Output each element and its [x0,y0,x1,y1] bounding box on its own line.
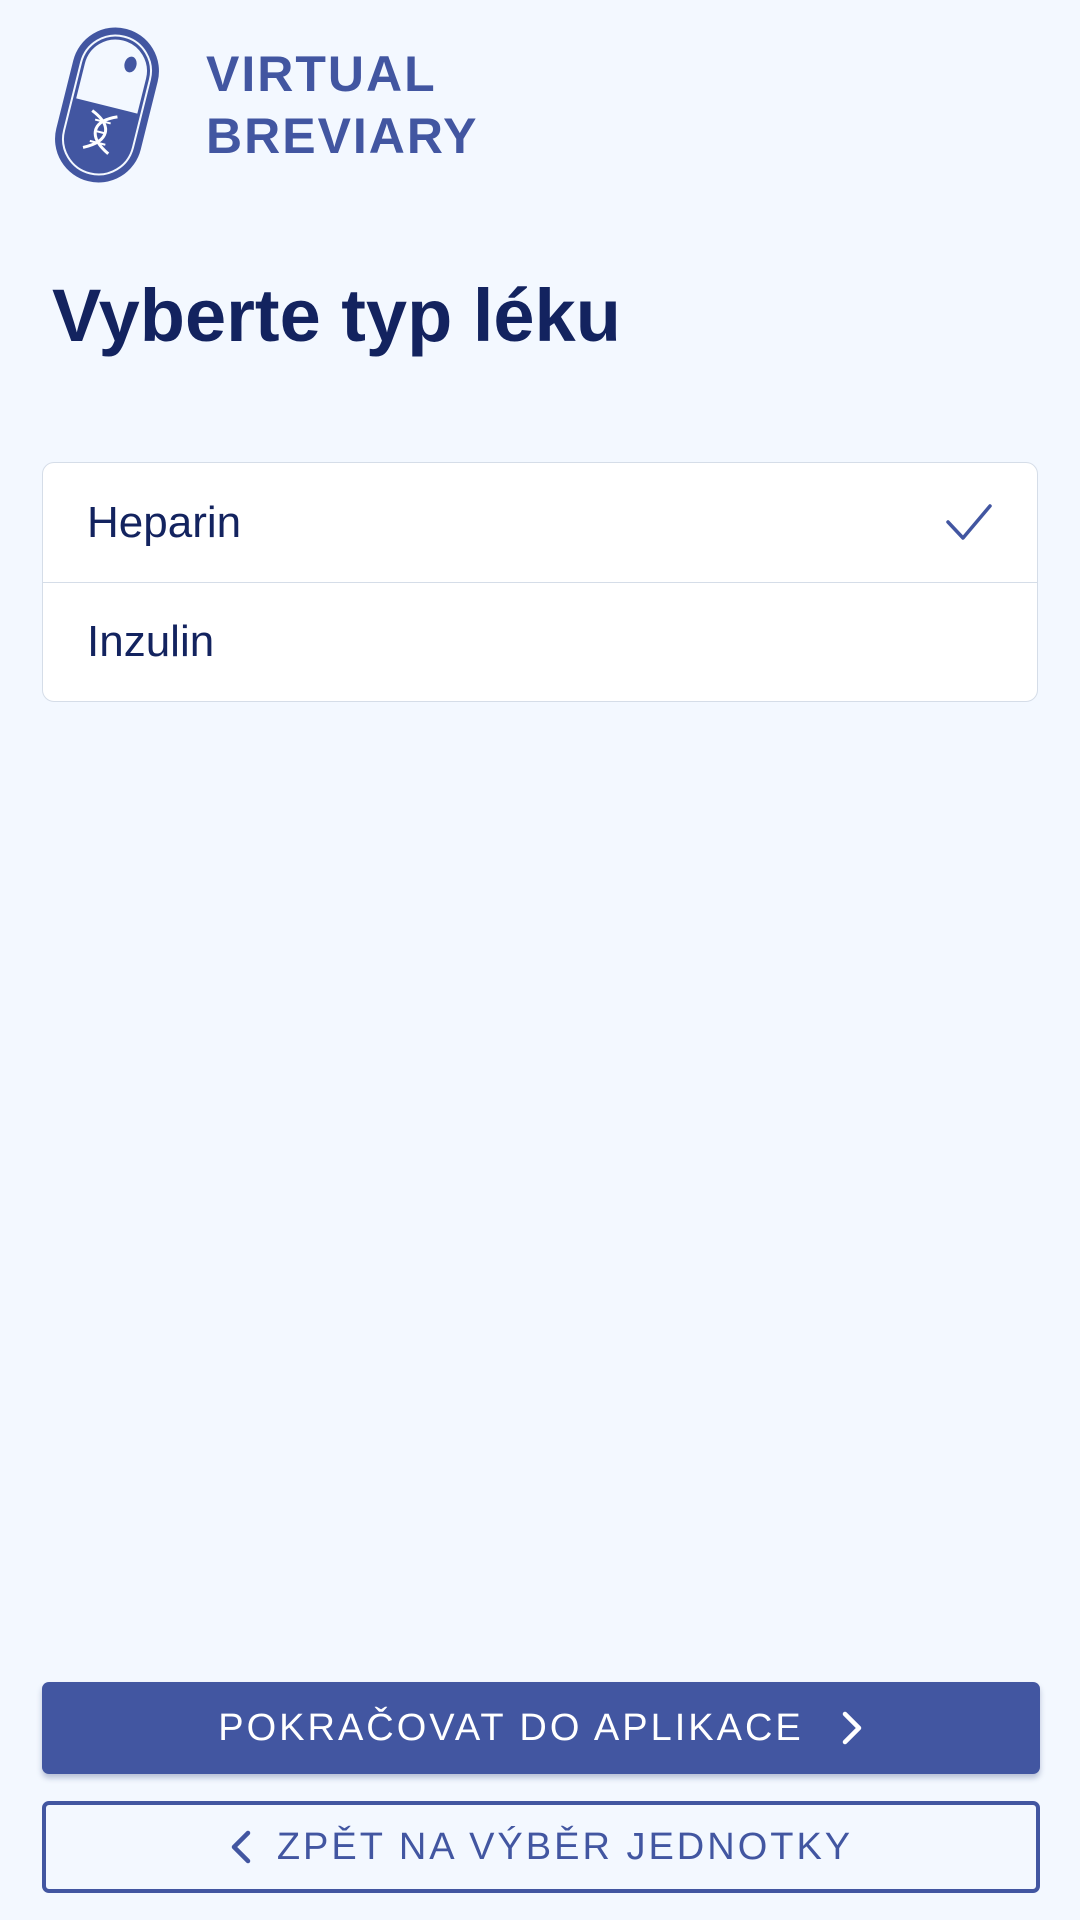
chevron-left-icon [231,1830,251,1864]
check-icon [946,503,992,540]
chevron-right-icon [842,1711,861,1745]
capsule-dna-icon [55,27,159,183]
app-header: VIRTUAL BREVIARY [50,24,479,186]
brand-name-line-2: BREVIARY [206,108,479,164]
back-to-unit-selection-button[interactable]: ZPĚT NA VÝBĚR JEDNOTKY [42,1801,1040,1893]
page-title: Vyberte typ léku [52,274,621,357]
option-label: Inzulin [87,617,215,666]
continue-button-label: POKRAČOVAT DO APLIKACE [218,1706,804,1749]
continue-to-app-button[interactable]: POKRAČOVAT DO APLIKACE [42,1682,1040,1774]
option-inzulin[interactable]: Inzulin [43,582,1037,701]
brand-name-line-1: VIRTUAL [206,46,437,102]
brand-name: VIRTUAL BREVIARY [206,43,479,167]
option-heparin[interactable]: Heparin [43,463,1037,582]
medication-type-list: Heparin Inzulin [42,462,1038,702]
option-label: Heparin [87,497,242,547]
back-button-label: ZPĚT NA VÝBĚR JEDNOTKY [276,1825,854,1868]
